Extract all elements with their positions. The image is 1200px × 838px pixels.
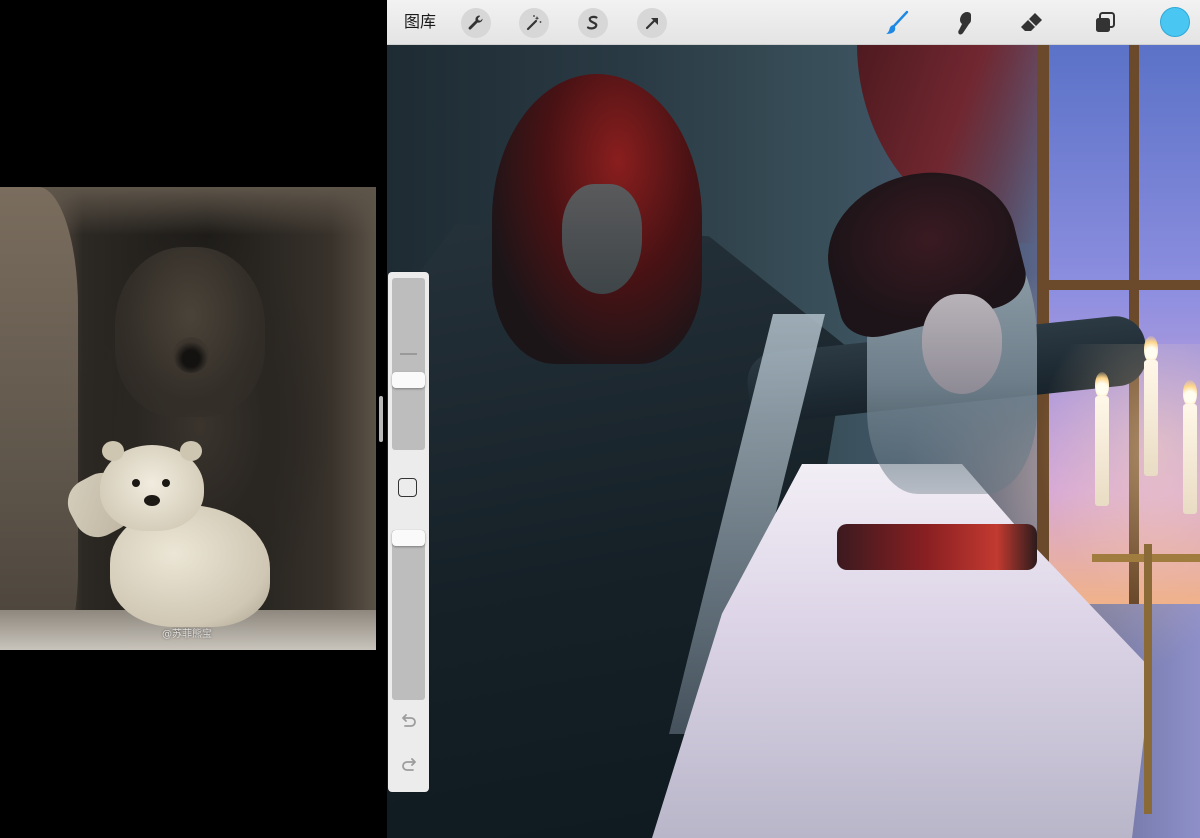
redo-button[interactable] bbox=[399, 756, 419, 776]
brush-sidebar bbox=[388, 272, 429, 792]
redo-icon bbox=[402, 758, 416, 771]
eyedropper-modify-button[interactable] bbox=[398, 478, 417, 497]
cub-head bbox=[100, 441, 204, 531]
size-slider-marker bbox=[400, 353, 417, 355]
girl-face bbox=[922, 294, 1002, 394]
smudge-tool-button[interactable] bbox=[949, 8, 979, 38]
undo-icon bbox=[402, 714, 416, 727]
wrench-icon bbox=[468, 15, 483, 30]
candle-flame bbox=[1095, 372, 1109, 398]
polar-bear-photo: @苏菲熊宝 bbox=[0, 187, 376, 650]
eraser-tool-button[interactable] bbox=[1017, 8, 1047, 38]
drawing-canvas[interactable] bbox=[387, 44, 1200, 838]
eraser-icon bbox=[1021, 13, 1042, 31]
layers-button[interactable] bbox=[1090, 8, 1120, 38]
split-view-handle[interactable] bbox=[379, 396, 383, 442]
brush-tool-button[interactable] bbox=[882, 8, 912, 38]
adjustments-button[interactable] bbox=[519, 8, 549, 38]
procreate-app: 图库 bbox=[387, 0, 1200, 838]
color-picker-button[interactable] bbox=[1160, 7, 1190, 37]
selection-button[interactable] bbox=[578, 8, 608, 38]
layers-icon bbox=[1096, 12, 1115, 32]
actions-button[interactable] bbox=[461, 8, 491, 38]
window-frame-crossbar bbox=[1037, 280, 1200, 290]
cub-nose bbox=[144, 495, 160, 506]
candelabra bbox=[1092, 514, 1200, 814]
cub-left-eye bbox=[132, 479, 140, 487]
smudge-icon bbox=[958, 12, 971, 35]
transform-button[interactable] bbox=[637, 8, 667, 38]
candle bbox=[1183, 404, 1197, 514]
candle bbox=[1144, 360, 1158, 476]
candle-flame bbox=[1144, 336, 1158, 362]
cub-right-eye bbox=[162, 479, 170, 487]
cub-left-ear bbox=[102, 441, 124, 461]
polar-bear-cub bbox=[59, 441, 270, 633]
cave-rock-wall bbox=[0, 187, 78, 650]
adult-polar-bear bbox=[115, 247, 265, 417]
girl-red-bodice bbox=[837, 524, 1037, 570]
top-toolbar: 图库 bbox=[387, 0, 1200, 45]
candle-flame bbox=[1183, 380, 1197, 406]
magic-wand-icon bbox=[526, 15, 542, 31]
brush-opacity-thumb[interactable] bbox=[392, 530, 425, 546]
transform-arrow-icon bbox=[645, 17, 658, 30]
selection-icon bbox=[586, 15, 598, 30]
man-face bbox=[562, 184, 642, 294]
photo-watermark: @苏菲熊宝 bbox=[162, 629, 212, 640]
brush-icon bbox=[886, 10, 909, 34]
gallery-button[interactable]: 图库 bbox=[404, 11, 436, 33]
reference-photo-pane: @苏菲熊宝 bbox=[0, 0, 382, 838]
candle bbox=[1095, 396, 1109, 506]
brush-size-thumb[interactable] bbox=[392, 372, 425, 388]
undo-button[interactable] bbox=[399, 712, 419, 732]
brush-opacity-slider[interactable] bbox=[392, 530, 425, 700]
adult-bear-snout bbox=[173, 337, 209, 373]
brush-size-slider[interactable] bbox=[392, 278, 425, 450]
cub-right-ear bbox=[180, 441, 202, 461]
